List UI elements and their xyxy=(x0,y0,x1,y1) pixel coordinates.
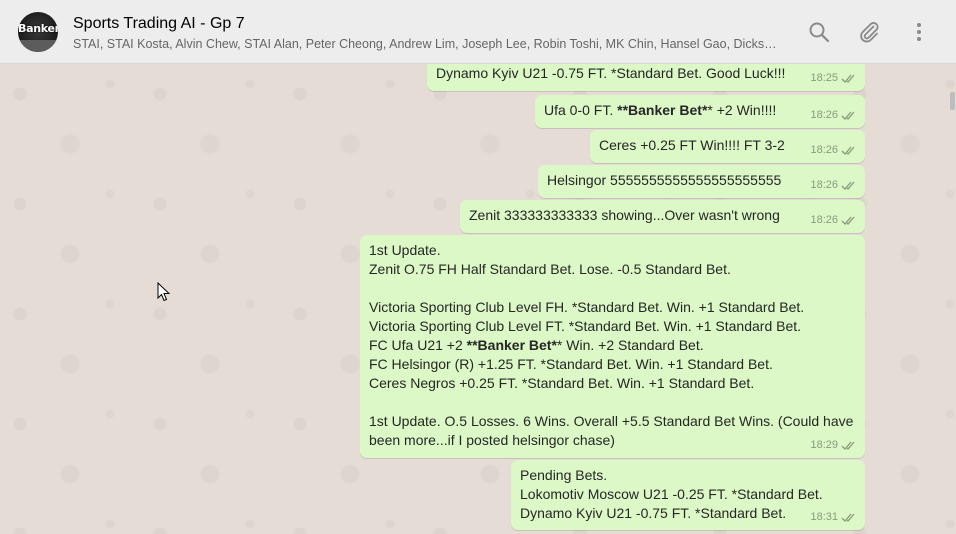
message-text: Pending Bets. Lokomotiv Moscow U21 -0.25… xyxy=(520,467,823,521)
message-text: Ufa 0-0 FT. **Banker Bet** +2 Win!!!! xyxy=(544,102,777,118)
message-text: Dynamo Kyiv U21 -0.75 FT. *Standard Bet.… xyxy=(436,65,786,81)
group-avatar[interactable]: Banker xyxy=(18,12,58,52)
message-bubble[interactable]: Pending Bets. Lokomotiv Moscow U21 -0.25… xyxy=(511,460,865,530)
paperclip-icon[interactable] xyxy=(857,20,881,44)
scrollbar[interactable] xyxy=(948,64,956,534)
avatar-band xyxy=(18,40,58,52)
chat-header: Banker Sports Trading AI - Gp 7 STAI, ST… xyxy=(0,0,956,64)
message-time: 18:26 xyxy=(810,214,838,226)
message-time: 18:29 xyxy=(810,439,838,451)
double-check-icon xyxy=(841,73,857,84)
message-bubble[interactable]: Ceres +0.25 FT Win!!!! FT 3-2 18:26 xyxy=(590,130,865,163)
double-check-icon xyxy=(841,215,857,226)
avatar-logo-text: Banker xyxy=(18,22,58,35)
message-bubble[interactable]: Helsingor 5555555555555555555555 18:26 xyxy=(538,165,865,198)
double-check-icon xyxy=(841,180,857,191)
message-time: 18:26 xyxy=(810,144,838,156)
message-time: 18:25 xyxy=(810,72,838,84)
message-time: 18:26 xyxy=(810,179,838,191)
search-icon[interactable] xyxy=(807,20,831,44)
message-time: 18:31 xyxy=(810,511,838,523)
message-list[interactable]: Dynamo Kyiv U21 -0.75 FT. *Standard Bet.… xyxy=(0,64,956,534)
double-check-icon xyxy=(841,512,857,523)
double-check-icon xyxy=(841,145,857,156)
message-bubble[interactable]: Zenit 333333333333 showing...Over wasn't… xyxy=(460,200,865,233)
double-check-icon xyxy=(841,440,857,451)
message-time: 18:26 xyxy=(810,109,838,121)
message-text: 1st Update. Zenit O.75 FH Half Standard … xyxy=(369,242,854,448)
kebab-menu-icon[interactable] xyxy=(907,20,931,44)
participants-list[interactable]: STAI, STAI Kosta, Alvin Chew, STAI Alan,… xyxy=(73,37,778,51)
message-bubble[interactable]: 1st Update. Zenit O.75 FH Half Standard … xyxy=(360,235,865,458)
scrollbar-thumb[interactable] xyxy=(950,92,955,110)
mouse-pointer-icon xyxy=(157,281,171,302)
double-check-icon xyxy=(841,110,857,121)
chat-title[interactable]: Sports Trading AI - Gp 7 xyxy=(73,15,245,33)
message-text: Zenit 333333333333 showing...Over wasn't… xyxy=(469,207,780,223)
message-bubble[interactable]: Dynamo Kyiv U21 -0.75 FT. *Standard Bet.… xyxy=(427,64,865,91)
message-bubble[interactable]: Ufa 0-0 FT. **Banker Bet** +2 Win!!!! 18… xyxy=(535,95,865,128)
